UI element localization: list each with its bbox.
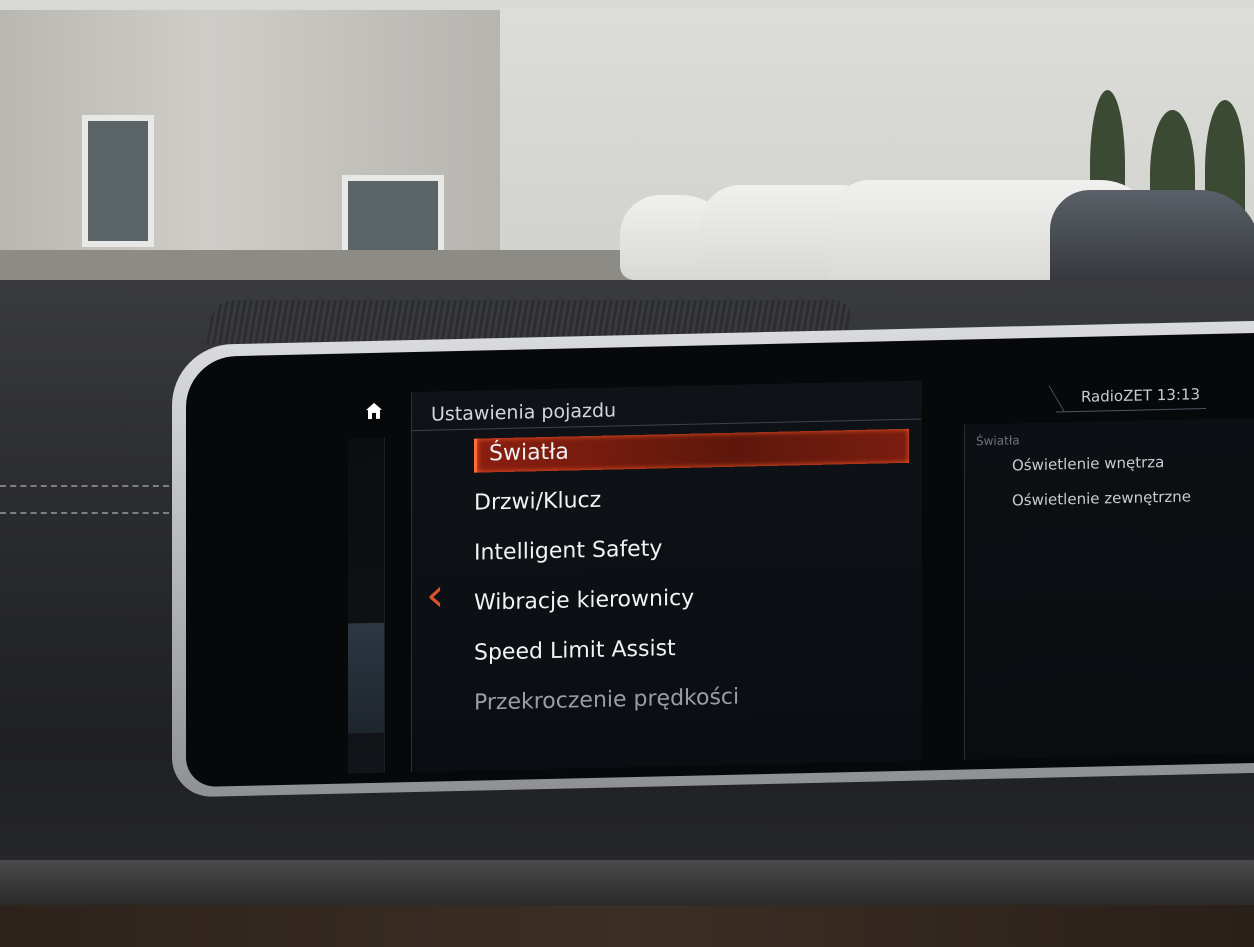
infotainment-screen: Ustawienia pojazdu ‹ Światła Drzwi/Klucz… [186,332,1254,788]
chevron-left-icon[interactable]: ‹ [426,567,444,621]
home-icon[interactable] [364,401,384,421]
menu-item-intelligent-safety[interactable]: Intelligent Safety [474,536,662,565]
menu-item-label: Światła [489,439,569,467]
menu-item-wibracje-kierownicy[interactable]: Wibracje kierownicy [474,586,694,616]
preview-title: Światła [976,433,1020,449]
dash-trim [0,860,1254,905]
preview-item-interior-lights[interactable]: Oświetlenie wnętrza [1012,453,1164,474]
menu-item-drzwi-klucz[interactable]: Drzwi/Klucz [474,488,601,516]
building-window [342,175,444,257]
status-divider [1048,385,1079,412]
building-window [82,115,154,247]
wood-trim [0,905,1254,947]
status-bar: RadioZET 13:13 [1048,382,1206,413]
status-radio-time: RadioZET 13:13 [1080,385,1200,406]
menu-item-speed-limit-assist[interactable]: Speed Limit Assist [474,636,676,666]
page-title: Ustawienia pojazdu [431,399,617,426]
rail-indicator [348,622,384,734]
